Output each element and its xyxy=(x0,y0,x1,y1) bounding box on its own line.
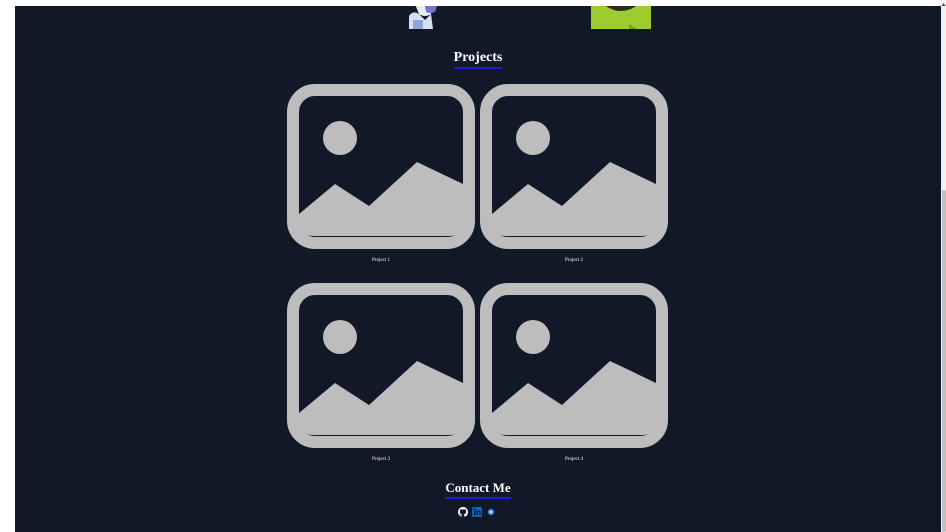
image-placeholder-icon xyxy=(287,283,475,448)
image-placeholder-icon xyxy=(480,283,668,448)
contact-heading: Contact Me xyxy=(15,480,941,499)
project-caption: Project 1 xyxy=(372,258,390,263)
scrollbar-thumb[interactable] xyxy=(942,190,946,532)
contact-heading-text: Contact Me xyxy=(445,480,512,499)
projects-heading: Projects xyxy=(15,50,941,69)
project-caption: Project 2 xyxy=(565,258,583,263)
project-card[interactable]: Project 1 xyxy=(287,84,475,263)
project-caption: Project 4 xyxy=(565,457,583,462)
page-content: Projects Project 1 Project 2 Project 3 P… xyxy=(15,6,941,532)
portfolio-icon[interactable] xyxy=(486,507,496,517)
social-links xyxy=(458,506,496,518)
mascot-image xyxy=(589,6,653,29)
project-card[interactable]: Project 4 xyxy=(480,283,668,462)
project-card[interactable]: Project 3 xyxy=(287,283,475,462)
image-placeholder-icon xyxy=(480,84,668,249)
github-icon[interactable] xyxy=(458,507,468,517)
scroll-up-arrow-icon[interactable] xyxy=(941,2,946,7)
image-placeholder-icon xyxy=(287,84,475,249)
project-caption: Project 3 xyxy=(372,457,390,462)
project-card[interactable]: Project 2 xyxy=(480,84,668,263)
profile-avatar-image xyxy=(407,6,441,29)
projects-heading-text: Projects xyxy=(453,50,503,69)
linkedin-icon[interactable] xyxy=(472,507,482,517)
